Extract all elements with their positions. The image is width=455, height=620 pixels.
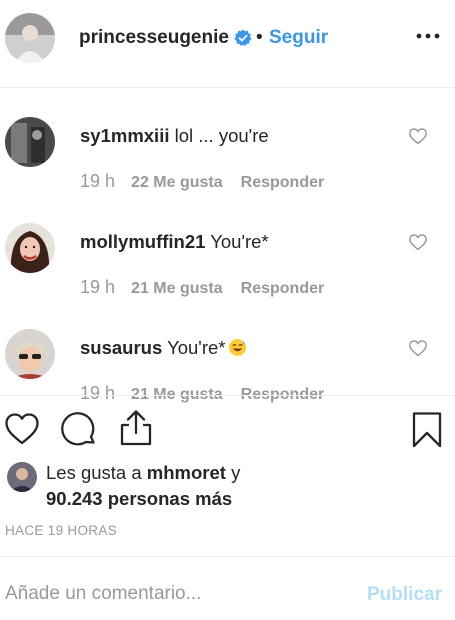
comment-likes[interactable]: 21 Me gusta bbox=[131, 280, 223, 297]
header-separator: • bbox=[256, 27, 263, 48]
comment-like-heart-icon[interactable] bbox=[408, 233, 428, 251]
commenter-avatar[interactable] bbox=[5, 223, 55, 273]
add-comment-bar: Publicar bbox=[0, 556, 455, 620]
add-comment-input[interactable] bbox=[5, 583, 345, 605]
grinning-sweat-emoji-icon bbox=[228, 338, 247, 362]
comment-line: sy1mmxiii lol ... you're bbox=[80, 125, 269, 147]
comment-likes[interactable]: 22 Me gusta bbox=[131, 174, 223, 191]
follow-button[interactable]: Seguir bbox=[269, 27, 328, 49]
post-header: princesseugenie • Seguir bbox=[0, 0, 455, 88]
comment-username[interactable]: susaurus bbox=[80, 337, 162, 358]
post-action-bar bbox=[0, 395, 455, 455]
poster-avatar[interactable] bbox=[5, 13, 55, 63]
share-upload-icon[interactable] bbox=[118, 409, 154, 452]
reply-button[interactable]: Responder bbox=[241, 280, 325, 297]
comment-text: lol ... you're bbox=[174, 125, 269, 146]
liker-avatar[interactable] bbox=[7, 462, 37, 492]
likes-text: Les gusta a mhmoret y 90.243 personas má… bbox=[46, 460, 240, 512]
liker-username[interactable]: mhmoret bbox=[147, 462, 226, 483]
comment-meta: 19 h 22 Me gusta Responder bbox=[80, 171, 324, 192]
comment-line: mollymuffin21 You're* bbox=[80, 231, 269, 253]
heart-outline-icon[interactable] bbox=[4, 412, 40, 451]
comment-time[interactable]: 19 h bbox=[80, 171, 115, 191]
publish-button[interactable]: Publicar bbox=[367, 584, 442, 606]
comment-line: susaurus You're* bbox=[80, 337, 247, 362]
comment-item: mollymuffin21 You're* 19 h 21 Me gusta Res… bbox=[0, 211, 455, 317]
post-timestamp[interactable]: HACE 19 HORAS bbox=[5, 523, 117, 538]
likes-summary: Les gusta a mhmoret y 90.243 personas má… bbox=[0, 455, 455, 515]
comment-bubble-icon[interactable] bbox=[60, 411, 98, 454]
comment-like-heart-icon[interactable] bbox=[408, 127, 428, 145]
comment-time[interactable]: 19 h bbox=[80, 277, 115, 297]
commenter-avatar[interactable] bbox=[5, 117, 55, 167]
comment-text: You're* bbox=[167, 337, 226, 358]
poster-username[interactable]: princesseugenie bbox=[79, 27, 229, 49]
likes-conjunction: y bbox=[231, 462, 241, 483]
verified-badge-icon bbox=[234, 29, 252, 47]
comment-item: sy1mmxiii lol ... you're 19 h 22 Me gusta… bbox=[0, 105, 455, 211]
likes-prefix: Les gusta a bbox=[46, 462, 142, 483]
commenter-avatar[interactable] bbox=[5, 329, 55, 379]
comment-text: You're* bbox=[210, 231, 269, 252]
comment-username[interactable]: sy1mmxiii bbox=[80, 125, 169, 146]
bookmark-icon[interactable] bbox=[411, 411, 443, 454]
comment-like-heart-icon[interactable] bbox=[408, 339, 428, 357]
likes-count[interactable]: 90.243 personas más bbox=[46, 488, 232, 509]
more-options-icon[interactable] bbox=[415, 24, 441, 46]
reply-button[interactable]: Responder bbox=[241, 174, 325, 191]
comment-meta: 19 h 21 Me gusta Responder bbox=[80, 277, 324, 298]
comment-username[interactable]: mollymuffin21 bbox=[80, 231, 205, 252]
